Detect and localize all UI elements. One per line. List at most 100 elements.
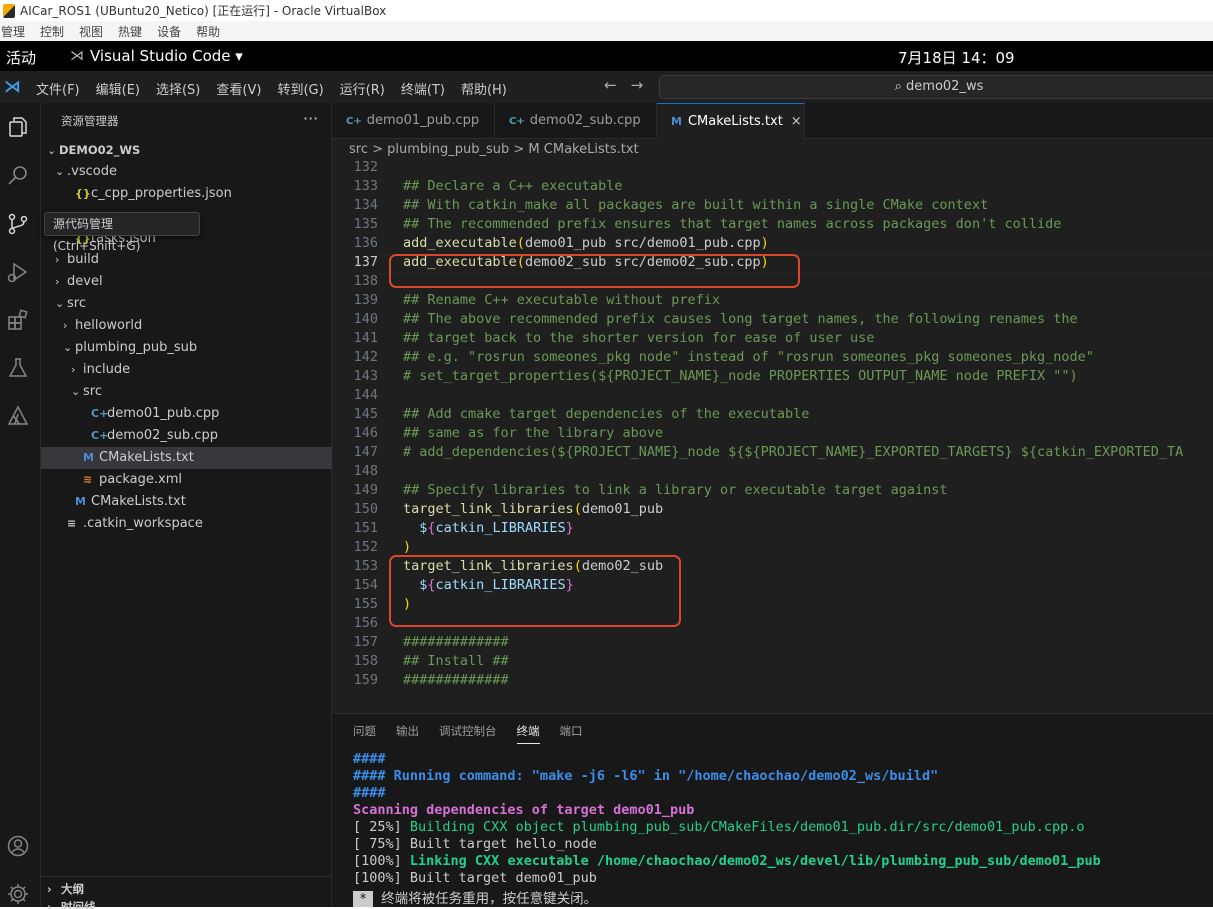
vbox-menu-help[interactable]: 帮助: [196, 23, 220, 40]
menu-go[interactable]: 转到(G): [277, 79, 323, 98]
app-menu-button[interactable]: ⋊ Visual Studio Code ▾: [70, 47, 243, 65]
source-control-icon[interactable]: [6, 212, 30, 236]
menu-view[interactable]: 查看(V): [216, 79, 261, 98]
chevron-down-icon: ⌄: [47, 144, 57, 157]
menu-terminal[interactable]: 终端(T): [401, 79, 445, 98]
panel-tab-ports[interactable]: 端口: [560, 723, 583, 744]
close-icon[interactable]: ×: [791, 114, 802, 129]
tree-item[interactable]: M CMakeLists.txt: [41, 491, 332, 513]
tree-item[interactable]: ≡ .catkin_workspace: [41, 513, 332, 535]
forward-arrow-icon[interactable]: →: [631, 76, 644, 94]
activity-bar: [0, 103, 41, 907]
code-line[interactable]: add_executable(demo01_pub src/demo01_pub…: [403, 235, 769, 251]
tree-item[interactable]: › include: [41, 359, 332, 381]
testing-icon[interactable]: [6, 356, 30, 380]
tree-item[interactable]: C+demo02_sub.cpp: [41, 425, 332, 447]
code-line[interactable]: ${catkin_LIBRARIES}: [403, 520, 573, 536]
extensions-icon[interactable]: [6, 308, 30, 332]
code-line[interactable]: ## target back to the shorter version fo…: [403, 330, 874, 346]
panel-tab-debug-console[interactable]: 调试控制台: [439, 723, 497, 744]
code-line[interactable]: ## Declare a C++ executable: [403, 178, 622, 194]
tree-item[interactable]: ⌄ src: [41, 381, 332, 403]
tree-item[interactable]: › helloworld: [41, 315, 332, 337]
terminal-text: ####: [353, 751, 386, 767]
terminal-text: ####: [353, 785, 386, 801]
code-line[interactable]: ## Specify libraries to link a library o…: [403, 482, 948, 498]
menu-run[interactable]: 运行(R): [340, 79, 385, 98]
code-line[interactable]: ## Install ##: [403, 653, 509, 669]
terminal-text: [100%] Built target demo01_pub: [353, 870, 597, 886]
search-icon[interactable]: [6, 164, 30, 188]
tree-item[interactable]: M CMakeLists.txt: [41, 447, 332, 469]
line-number: 149: [353, 482, 378, 498]
code-line[interactable]: ): [403, 539, 411, 555]
virtualbox-title-bar: AICar_ROS1 (UBuntu20_Netico) [正在运行] - Or…: [0, 0, 1213, 21]
tree-item[interactable]: ⌄ DEMO02_WS: [41, 139, 332, 161]
code-line[interactable]: # add_dependencies(${PROJECT_NAME}_node …: [403, 444, 1183, 460]
activities-button[interactable]: 活动: [6, 47, 36, 68]
outline-label: 大纲: [61, 882, 84, 896]
tree-item[interactable]: ⌄ .vscode: [41, 161, 332, 183]
code-line[interactable]: #############: [403, 634, 509, 650]
virtualbox-logo-icon: [3, 3, 15, 18]
tree-item-label: plumbing_pub_sub: [75, 340, 198, 355]
vbox-menu-manage[interactable]: 管理: [1, 23, 25, 40]
command-center-search[interactable]: ⌕ demo02_ws: [659, 75, 1213, 99]
line-number: 132: [353, 161, 378, 175]
code-line[interactable]: ## With catkin_make all packages are bui…: [403, 197, 988, 213]
tree-item[interactable]: C+demo01_pub.cpp: [41, 403, 332, 425]
account-icon[interactable]: [6, 834, 30, 858]
panel-tab-output[interactable]: 输出: [396, 723, 419, 744]
code-editor[interactable]: 132 133 ## Declare a C++ executable 134 ## W…: [332, 161, 1213, 713]
tab-demo02-sub[interactable]: C+ demo02_sub.cpp: [495, 103, 657, 139]
tree-item[interactable]: ⌄ plumbing_pub_sub: [41, 337, 332, 359]
code-line[interactable]: ## The recommended prefix ensures that t…: [403, 216, 1061, 232]
panel-tabs: 问题 输出 调试控制台 终端 端口: [353, 723, 603, 744]
tree-item-label: package.xml: [99, 472, 182, 487]
settings-gear-icon[interactable]: [6, 882, 30, 906]
clock[interactable]: 7月18日 14：09: [898, 47, 1015, 68]
panel-tab-terminal[interactable]: 终端: [516, 723, 540, 744]
run-debug-icon[interactable]: [6, 260, 30, 284]
panel-tab-problems[interactable]: 问题: [353, 723, 376, 744]
vbox-menu-view[interactable]: 视图: [79, 23, 103, 40]
tab-cmakelists[interactable]: M CMakeLists.txt ×: [657, 103, 805, 139]
code-line[interactable]: ## The above recommended prefix causes l…: [403, 311, 1078, 327]
cpp-file-icon: C+: [91, 429, 109, 442]
timeline-section[interactable]: › 时间线: [41, 899, 332, 909]
files-icon[interactable]: [6, 115, 30, 139]
file-file-icon: ≡: [67, 517, 77, 530]
tree-item-label: include: [83, 362, 131, 377]
line-number: 141: [353, 330, 378, 346]
code-line[interactable]: target_link_libraries(demo01_pub: [403, 501, 663, 517]
tab-demo01-pub[interactable]: C+ demo01_pub.cpp: [332, 103, 495, 139]
menu-selection[interactable]: 选择(S): [156, 79, 200, 98]
code-line[interactable]: # set_target_properties(${PROJECT_NAME}_…: [403, 368, 1078, 384]
code-line[interactable]: ## same as for the library above: [403, 425, 663, 441]
more-actions-icon[interactable]: ···: [303, 109, 318, 128]
vbox-menu-devices[interactable]: 设备: [157, 23, 181, 40]
line-number: 155: [353, 596, 378, 612]
ros-icon[interactable]: [6, 404, 30, 428]
tree-item[interactable]: ⌄ src: [41, 293, 332, 315]
code-line[interactable]: ## Add cmake target dependencies of the …: [403, 406, 809, 422]
code-line[interactable]: ## e.g. "rosrun someones_pkg node" inste…: [403, 349, 1094, 365]
outline-section[interactable]: › 大纲: [41, 876, 332, 900]
vbox-menu-hotkeys[interactable]: 热键: [118, 23, 142, 40]
tree-item[interactable]: › devel: [41, 271, 332, 293]
menu-edit[interactable]: 编辑(E): [96, 79, 140, 98]
code-line[interactable]: ## Rename C++ executable without prefix: [403, 292, 720, 308]
code-line[interactable]: #############: [403, 672, 509, 688]
tree-item[interactable]: ≋ package.xml: [41, 469, 332, 491]
breadcrumb[interactable]: src > plumbing_pub_sub > M CMakeLists.tx…: [332, 139, 1213, 161]
terminal-text: #### Running command: "make -j6 -l6" in …: [353, 768, 939, 784]
tab-label: demo02_sub.cpp: [529, 113, 641, 128]
line-number: 143: [353, 368, 378, 384]
vbox-menu-control[interactable]: 控制: [40, 23, 64, 40]
menu-file[interactable]: 文件(F): [36, 79, 80, 98]
back-arrow-icon[interactable]: ←: [604, 76, 617, 94]
tree-item[interactable]: {}c_cpp_properties.json: [41, 183, 332, 205]
app-name: Visual Studio Code ▾: [90, 47, 243, 65]
menu-help[interactable]: 帮助(H): [461, 79, 507, 98]
tab-label: CMakeLists.txt: [687, 114, 783, 129]
